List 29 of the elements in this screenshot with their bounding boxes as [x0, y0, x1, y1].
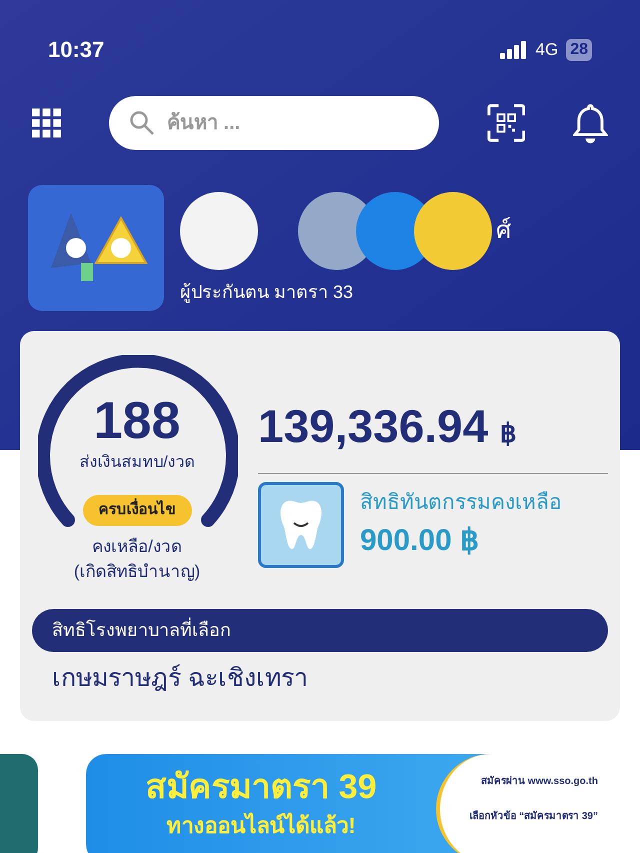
dental-amount: 900.00 ฿ [360, 523, 480, 560]
tooth-icon [258, 482, 344, 568]
member-type: ผู้ประกันตน มาตรา 33 [180, 280, 354, 305]
notification-bell-icon[interactable] [573, 102, 608, 144]
banner-text: เลือกหัวข้อ “สมัครมาตรา 39” [469, 809, 598, 824]
grid-menu-icon[interactable] [32, 108, 61, 138]
remaining-label: คงเหลือ/งวด [92, 536, 182, 558]
status-badge: ครบเงื่อนไข [82, 495, 192, 526]
network-label: 4G [536, 38, 558, 61]
promo-banner[interactable]: สมัครมาตรา 39 ทางออนไลน์ได้แล้ว! สมัครผ่าน www.sso.go.th เลือกหัวข้อ “สมัครมาตรา 39” [86, 754, 606, 853]
hospital-name: เกษมราษฎร์ ฉะเชิงเทรา [51, 662, 309, 694]
banner-text: สมัครผ่าน www.sso.go.th [481, 774, 598, 789]
search-icon [128, 110, 155, 136]
signal-icon [500, 40, 528, 58]
dental-label: สิทธิทันตกรรมคงเหลือ [360, 490, 562, 516]
remaining-note: (เกิดสิทธิบำนาญ) [74, 561, 200, 583]
banner-subtitle: ทางออนไลน์ได้แล้ว! [166, 812, 356, 840]
search-field[interactable]: ค้นหา ... [166, 108, 407, 138]
qr-scan-icon[interactable] [486, 103, 526, 143]
count-label: ส่งเงินสมทบ/งวด [79, 453, 195, 473]
member-name: ศ์ [496, 216, 511, 246]
battery-indicator: 28 [566, 38, 592, 60]
status-time: 10:37 [48, 36, 104, 64]
contribution-count: 188 [94, 395, 180, 447]
hospital-label: สิทธิโรงพยาบาลที่เลือก [32, 608, 608, 652]
currency-symbol: ฿ [500, 417, 518, 450]
search-bar[interactable]: ค้นหา ... [108, 96, 439, 150]
total-amount: 139,336.94 [258, 403, 488, 449]
banner-title: สมัครมาตรา 39 [145, 767, 377, 808]
